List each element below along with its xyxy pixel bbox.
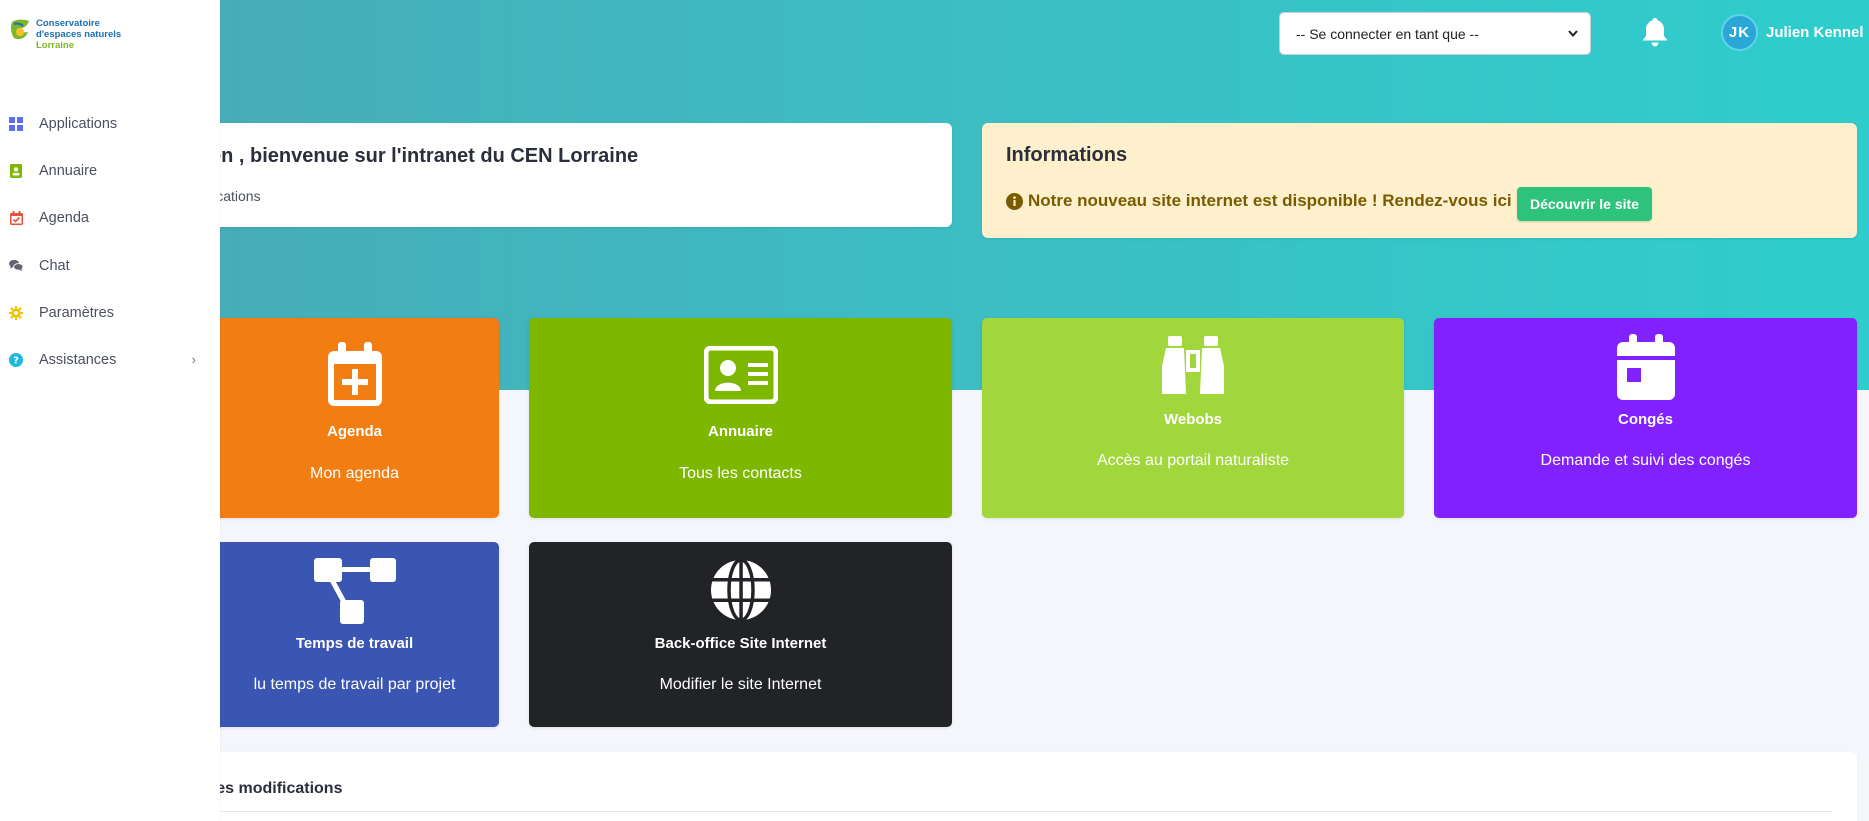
tile-conges[interactable]: Congés Demande et suivi des congés — [1434, 318, 1857, 518]
info-message: Notre nouveau site internet est disponib… — [1006, 191, 1512, 211]
calendar-check-icon — [9, 211, 23, 226]
tile-title: Annuaire — [707, 423, 773, 440]
chat-bubbles-icon — [9, 259, 23, 273]
calendar-day-icon — [1616, 334, 1675, 400]
info-title: Informations — [1006, 144, 1128, 166]
tile-subtitle: Tous les contacts — [679, 465, 802, 482]
login-as-select[interactable]: -- Se connecter en tant que -- — [1279, 12, 1591, 55]
avatar[interactable]: JK — [1721, 14, 1758, 51]
sidebar-item-label: Agenda — [39, 210, 89, 227]
welcome-title: en , bienvenue sur l'intranet du CEN Lor… — [210, 145, 639, 167]
info-circle-icon — [1006, 192, 1023, 210]
grid-icon — [9, 116, 23, 131]
tile-subtitle: Accès au portail naturaliste — [1096, 452, 1290, 469]
tile-temps-de-travail[interactable]: Temps de travail lu temps de travail par… — [210, 542, 499, 727]
sidebar-item-assistances[interactable]: ? Assistances › — [0, 336, 220, 383]
sidebar-item-label: Applications — [39, 115, 118, 132]
tile-subtitle: Modifier le site Internet — [659, 676, 822, 693]
sidebar: Conservatoire d'espaces naturels Lorrain… — [0, 0, 220, 821]
tile-subtitle: Mon agenda — [310, 465, 399, 482]
contact-card-icon — [703, 346, 778, 404]
discover-site-button[interactable]: Découvrir le site — [1517, 187, 1652, 221]
sidebar-item-label: Assistances — [39, 352, 117, 369]
sidebar-item-label: Chat — [39, 257, 70, 274]
logo-text: Conservatoire d'espaces naturels Lorrain… — [36, 18, 121, 51]
svg-text:?: ? — [13, 356, 19, 367]
tile-title: Agenda — [326, 423, 382, 440]
login-as-select-value: -- Se connecter en tant que -- — [1296, 25, 1479, 42]
recent-modifications-title: res modifications — [210, 780, 343, 797]
tile-title: Temps de travail — [295, 635, 414, 652]
welcome-card: en , bienvenue sur l'intranet du CEN Lor… — [210, 123, 952, 227]
sidebar-item-agenda[interactable]: Agenda — [0, 195, 220, 242]
calendar-plus-icon — [327, 342, 382, 406]
sitemap-icon — [313, 558, 396, 624]
tile-agenda[interactable]: Agenda Mon agenda — [210, 318, 499, 518]
logo-line-2: d'espaces naturels — [36, 29, 122, 40]
tile-title: Congés — [1617, 411, 1673, 428]
sidebar-item-chat[interactable]: Chat — [0, 242, 220, 289]
info-card: Informations Notre nouveau site internet… — [982, 123, 1857, 238]
logo[interactable]: Conservatoire d'espaces naturels Lorrain… — [10, 16, 130, 56]
divider — [210, 811, 1833, 812]
info-message-text: Notre nouveau site internet est disponib… — [1028, 191, 1512, 210]
tile-title: Webobs — [1163, 411, 1223, 428]
chevron-down-icon — [1568, 30, 1578, 38]
help-circle-icon: ? — [9, 353, 23, 368]
logo-line-1: Conservatoire — [36, 18, 100, 29]
tile-webobs[interactable]: Webobs Accès au portail naturaliste — [982, 318, 1404, 518]
sidebar-item-parametres[interactable]: Paramètres — [0, 289, 220, 336]
sidebar-item-label: Annuaire — [39, 162, 98, 179]
globe-icon — [710, 559, 771, 621]
tile-annuaire[interactable]: Annuaire Tous les contacts — [529, 318, 952, 518]
sidebar-nav: Applications Annuaire Agenda Chat Paramè… — [0, 100, 220, 384]
binoculars-icon — [1162, 336, 1224, 394]
logo-line-3: Lorraine — [36, 40, 75, 51]
sidebar-item-label: Paramètres — [39, 304, 114, 321]
tile-subtitle: lu temps de travail par projet — [253, 676, 456, 693]
bell-icon[interactable] — [1641, 16, 1669, 48]
sidebar-item-annuaire[interactable]: Annuaire — [0, 147, 220, 194]
contact-card-icon — [9, 163, 23, 178]
logo-icon — [10, 19, 29, 40]
tile-back-office[interactable]: Back-office Site Internet Modifier le si… — [529, 542, 952, 727]
gear-icon — [9, 305, 23, 320]
tile-subtitle: Demande et suivi des congés — [1540, 452, 1751, 469]
tile-title: Back-office Site Internet — [654, 635, 827, 652]
user-name[interactable]: Julien Kennel — [1766, 24, 1864, 41]
sidebar-item-applications[interactable]: Applications — [0, 100, 220, 147]
recent-modifications-card: res modifications — [210, 752, 1857, 821]
chevron-right-icon: › — [191, 352, 196, 368]
